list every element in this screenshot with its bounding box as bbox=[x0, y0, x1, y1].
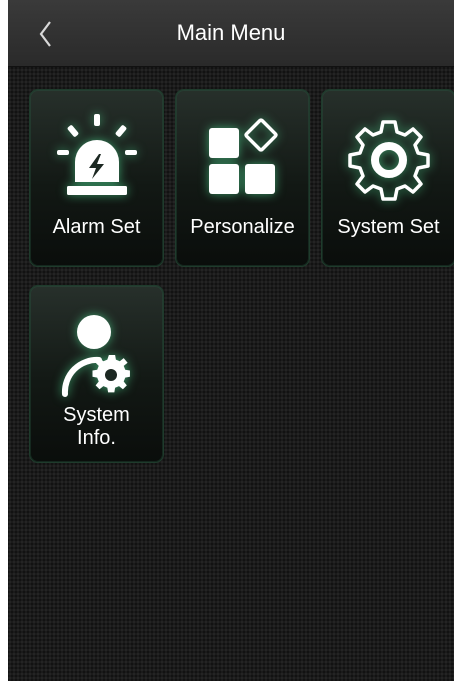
menu-tile-alarm-set[interactable]: Alarm Set bbox=[29, 89, 164, 267]
back-button[interactable] bbox=[30, 14, 64, 52]
menu-tile-personalize[interactable]: Personalize bbox=[175, 89, 310, 267]
menu-tile-label: System Set bbox=[337, 216, 440, 238]
menu-tile-system-info[interactable]: System Info. bbox=[29, 285, 164, 463]
menu-tile-label: System Info. bbox=[63, 404, 130, 449]
main-menu-screen: Main Menu Alarm Set Personalize System S… bbox=[8, 0, 454, 681]
menu-tile-label: Personalize bbox=[190, 216, 295, 238]
personalize-grid-icon bbox=[176, 108, 309, 208]
header-bar: Main Menu bbox=[8, 0, 454, 67]
alarm-siren-icon bbox=[30, 108, 163, 208]
menu-tile-system-set[interactable]: System Set bbox=[321, 89, 454, 267]
gear-icon bbox=[322, 108, 454, 208]
chevron-left-icon bbox=[39, 21, 51, 47]
user-gear-icon bbox=[30, 304, 163, 404]
page-title: Main Menu bbox=[176, 20, 286, 45]
menu-tile-label: Alarm Set bbox=[52, 216, 141, 238]
